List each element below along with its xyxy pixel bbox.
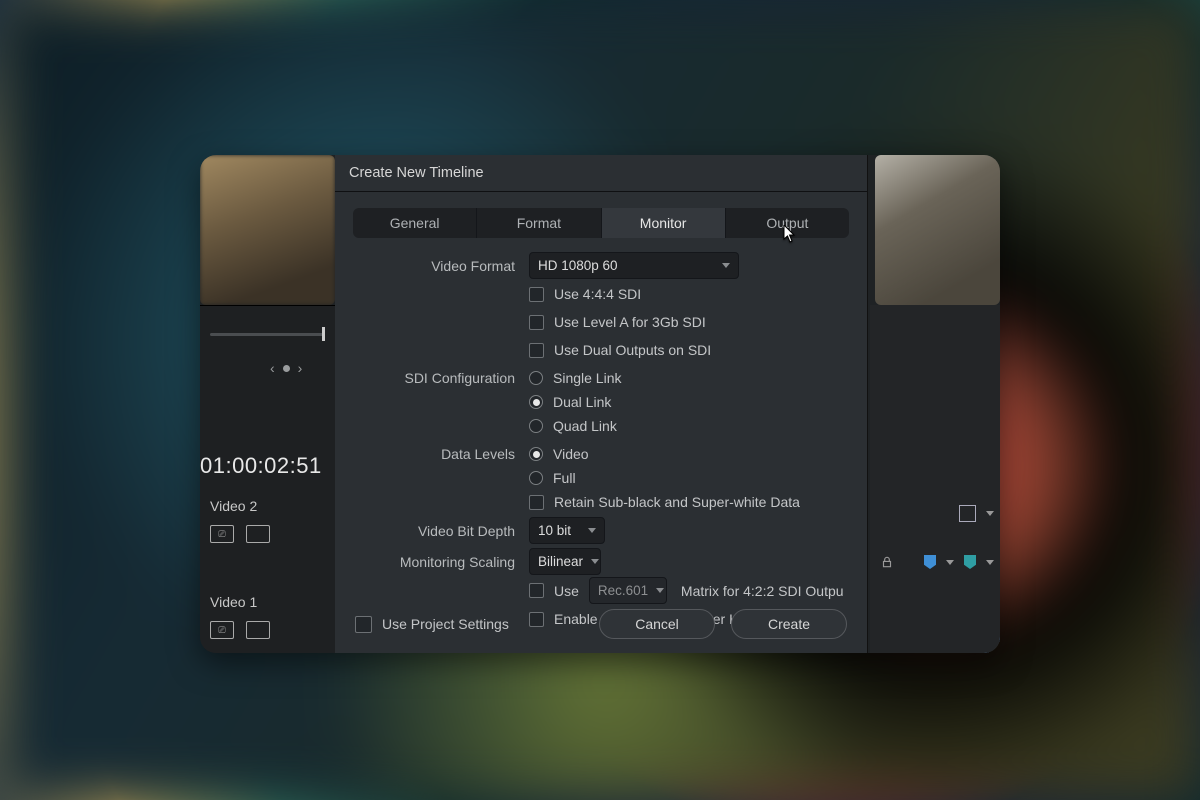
track-rect-icon-2[interactable] bbox=[246, 621, 270, 639]
pager-dot[interactable] bbox=[283, 365, 290, 372]
data-full-radio[interactable] bbox=[529, 471, 543, 485]
track-link-icon[interactable]: ⎚ bbox=[210, 525, 234, 543]
use-444-label[interactable]: Use 4:4:4 SDI bbox=[554, 286, 641, 302]
create-button[interactable]: Create bbox=[731, 609, 847, 639]
flag-blue-icon[interactable] bbox=[924, 555, 936, 569]
retain-data-checkbox[interactable] bbox=[529, 495, 544, 510]
sdi-config-label: SDI Configuration bbox=[357, 370, 529, 386]
chevron-down-icon bbox=[946, 560, 954, 565]
retain-data-label[interactable]: Retain Sub-black and Super-white Data bbox=[554, 494, 800, 510]
scaling-value: Bilinear bbox=[538, 554, 583, 569]
pager-next[interactable]: › bbox=[298, 360, 303, 376]
create-timeline-dialog: Create New Timeline General Format Monit… bbox=[335, 155, 868, 653]
use-dual-outputs-checkbox[interactable] bbox=[529, 343, 544, 358]
flag-teal-icon[interactable] bbox=[964, 555, 976, 569]
track-rect-icon[interactable] bbox=[246, 525, 270, 543]
sdi-quad-radio[interactable] bbox=[529, 419, 543, 433]
crop-icon bbox=[959, 505, 976, 522]
use-project-settings-checkbox[interactable] bbox=[355, 616, 372, 633]
use-project-settings-label[interactable]: Use Project Settings bbox=[382, 616, 509, 632]
dialog-footer: Use Project Settings Cancel Create bbox=[335, 605, 867, 643]
dialog-tabs: General Format Monitor Output bbox=[353, 208, 849, 238]
use-level-a-checkbox[interactable] bbox=[529, 315, 544, 330]
track-video-1-controls: ⎚ bbox=[200, 615, 335, 645]
preview-thumb-left bbox=[200, 155, 335, 305]
sdi-quad-label[interactable]: Quad Link bbox=[553, 418, 617, 434]
bit-depth-label: Video Bit Depth bbox=[357, 523, 529, 539]
crop-control[interactable] bbox=[959, 505, 994, 522]
matrix-use-checkbox[interactable] bbox=[529, 583, 544, 598]
video-format-value: HD 1080p 60 bbox=[538, 258, 618, 273]
use-dual-outputs-label[interactable]: Use Dual Outputs on SDI bbox=[554, 342, 711, 358]
track-video-1-label[interactable]: Video 1 bbox=[200, 587, 335, 617]
track-link-icon-2[interactable]: ⎚ bbox=[210, 621, 234, 639]
matrix-use-label[interactable]: Use bbox=[554, 583, 579, 599]
bit-depth-value: 10 bit bbox=[538, 523, 571, 538]
sdi-dual-label[interactable]: Dual Link bbox=[553, 394, 611, 410]
sdi-single-label[interactable]: Single Link bbox=[553, 370, 622, 386]
tab-format[interactable]: Format bbox=[477, 208, 601, 238]
scaling-label: Monitoring Scaling bbox=[357, 554, 529, 570]
data-full-label[interactable]: Full bbox=[553, 470, 576, 486]
use-444-checkbox[interactable] bbox=[529, 287, 544, 302]
preview-thumb-right bbox=[875, 155, 1000, 305]
timeline-right-panel bbox=[870, 305, 1000, 653]
video-format-label: Video Format bbox=[357, 258, 529, 274]
data-video-label[interactable]: Video bbox=[553, 446, 589, 462]
bit-depth-select[interactable]: 10 bit bbox=[529, 517, 605, 544]
cancel-button[interactable]: Cancel bbox=[599, 609, 715, 639]
marker-controls bbox=[880, 555, 994, 569]
pager-prev[interactable]: ‹ bbox=[270, 360, 275, 376]
chevron-down-icon bbox=[588, 528, 596, 533]
dialog-title: Create New Timeline bbox=[335, 155, 867, 192]
dialog-form: Video Format HD 1080p 60 . Use 4:4:4 SDI… bbox=[335, 248, 867, 632]
scrubber-handle[interactable] bbox=[322, 327, 325, 341]
tab-monitor[interactable]: Monitor bbox=[602, 208, 726, 238]
track-video-2-controls: ⎚ bbox=[200, 519, 335, 549]
use-level-a-label[interactable]: Use Level A for 3Gb SDI bbox=[554, 314, 706, 330]
video-format-select[interactable]: HD 1080p 60 bbox=[529, 252, 739, 279]
timecode-display: 01:00:02:51 bbox=[200, 453, 322, 479]
sdi-single-radio[interactable] bbox=[529, 371, 543, 385]
sdi-dual-radio[interactable] bbox=[529, 395, 543, 409]
matrix-select[interactable]: Rec.601 bbox=[589, 577, 667, 604]
tab-general[interactable]: General bbox=[353, 208, 477, 238]
scaling-select[interactable]: Bilinear bbox=[529, 548, 601, 575]
chevron-down-icon bbox=[986, 560, 994, 565]
viewer-pager: ‹ › bbox=[270, 360, 302, 376]
chevron-down-icon bbox=[591, 559, 599, 564]
chevron-down-icon bbox=[656, 588, 664, 593]
chevron-down-icon bbox=[722, 263, 730, 268]
scrubber-track bbox=[210, 333, 325, 336]
track-video-2-label[interactable]: Video 2 bbox=[200, 491, 335, 521]
chevron-down-icon bbox=[986, 511, 994, 516]
data-video-radio[interactable] bbox=[529, 447, 543, 461]
viewer-scrubber[interactable] bbox=[200, 323, 335, 353]
matrix-tail-label: Matrix for 4:2:2 SDI Outpu bbox=[681, 583, 844, 599]
lock-icon[interactable] bbox=[880, 555, 894, 569]
editor-stage: ‹ › 01:00:02:51 Video 2 ⎚ Video 1 ⎚ Crea… bbox=[200, 155, 1000, 653]
tab-output[interactable]: Output bbox=[726, 208, 849, 238]
data-levels-label: Data Levels bbox=[357, 446, 529, 462]
matrix-value: Rec.601 bbox=[598, 583, 648, 598]
